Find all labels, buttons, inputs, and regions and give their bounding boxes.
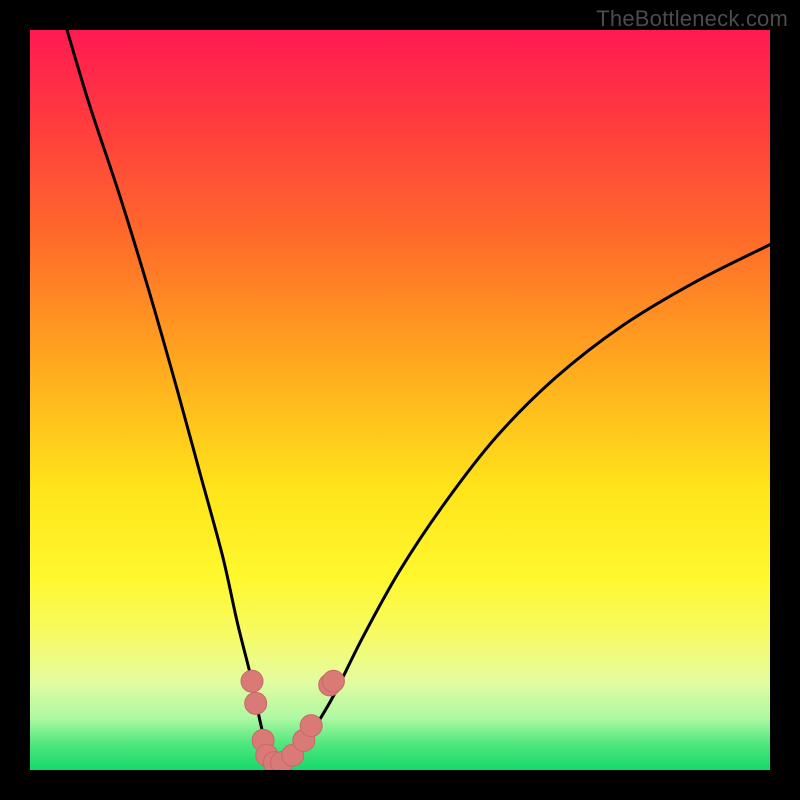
curve-layer bbox=[30, 30, 770, 770]
data-marker bbox=[300, 715, 322, 737]
data-marker bbox=[245, 692, 267, 714]
plot-area bbox=[30, 30, 770, 770]
data-marker bbox=[322, 670, 344, 692]
data-markers bbox=[241, 670, 344, 770]
bottleneck-curve bbox=[67, 30, 770, 764]
watermark-text: TheBottleneck.com bbox=[596, 6, 788, 32]
data-marker bbox=[241, 670, 263, 692]
chart-frame: TheBottleneck.com bbox=[0, 0, 800, 800]
